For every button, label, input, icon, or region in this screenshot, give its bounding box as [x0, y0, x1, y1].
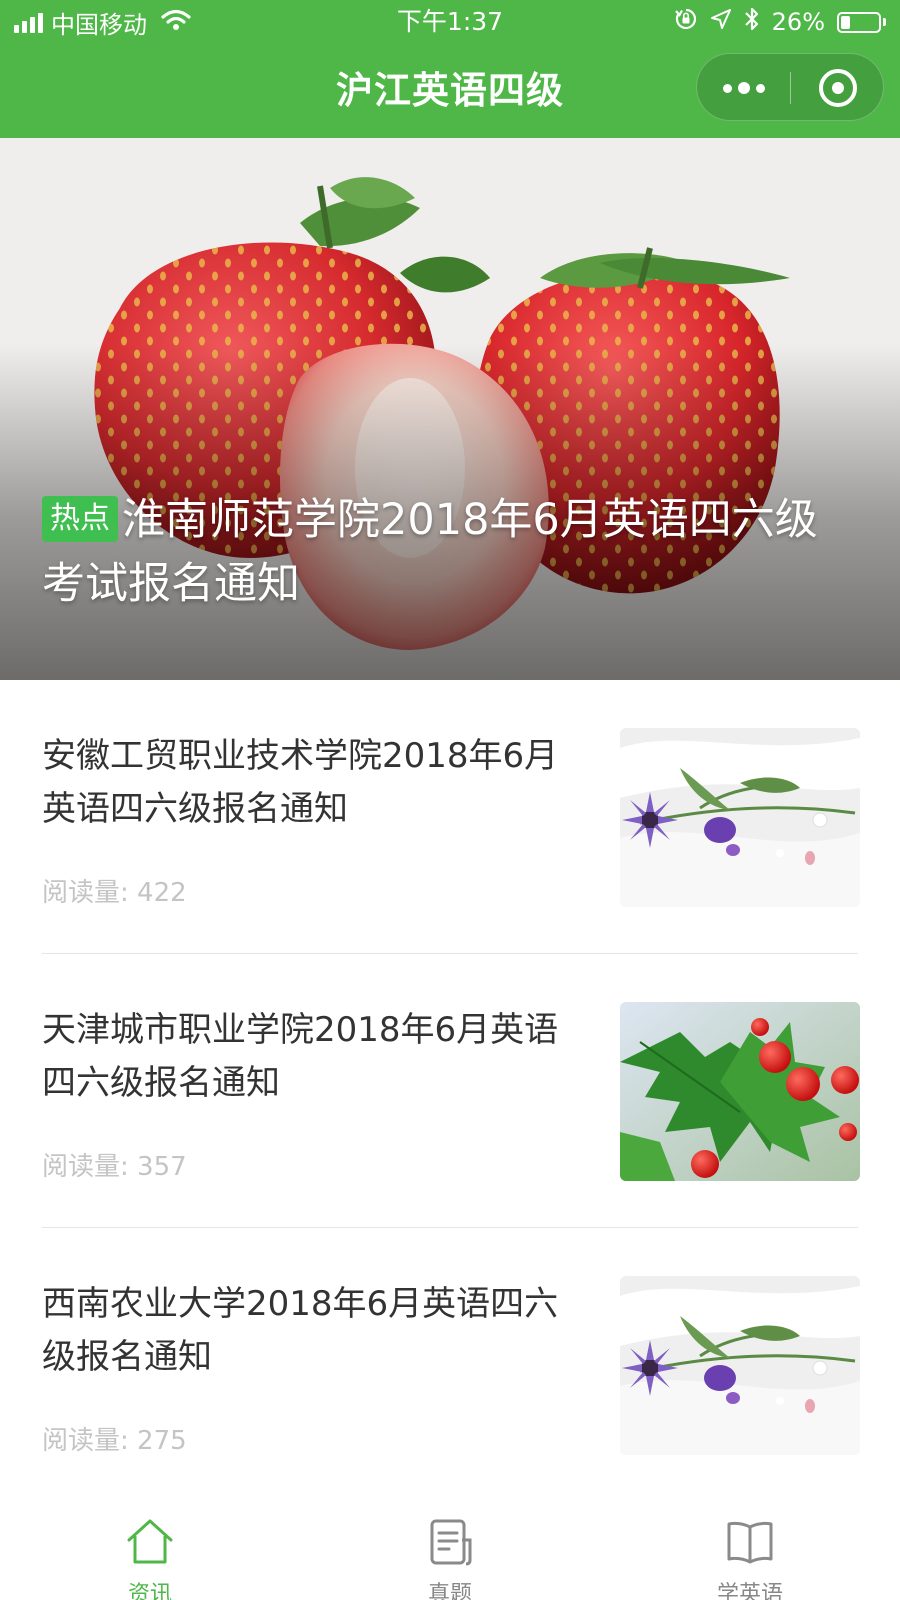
article-item[interactable]: 西南农业大学2018年6月英语四六级报名通知 阅读量: 275 [0, 1228, 900, 1502]
tab-exams[interactable]: 真题 [300, 1482, 600, 1600]
tab-label: 真题 [427, 1582, 472, 1600]
home-icon [127, 1519, 173, 1564]
article-read-count: 阅读量: 357 [42, 1152, 187, 1182]
status-bar: 中国移动 下午1:37 26% [0, 0, 900, 44]
article-title: 安徽工贸职业技术学院2018年6月英语四六级报名通知 [42, 736, 559, 829]
orientation-lock-icon [674, 7, 698, 37]
battery-percent: 26% [771, 8, 825, 36]
article-title: 西南农业大学2018年6月英语四六级报名通知 [42, 1284, 559, 1377]
tab-label: 资讯 [127, 1582, 172, 1600]
tab-learn-english[interactable]: 学英语 [600, 1482, 900, 1600]
banner-caption: 热点 淮南师范学院2018年6月英语四六级考试报名通知 [42, 488, 842, 616]
article-list: 安徽工贸职业技术学院2018年6月英语四六级报名通知 阅读量: 422 天津城市… [0, 680, 900, 1502]
wildflowers-photo [620, 1276, 860, 1455]
holly-berries-photo [620, 1002, 860, 1181]
article-read-count: 阅读量: 275 [42, 1426, 187, 1456]
location-icon [710, 8, 732, 36]
app-screen: 中国移动 下午1:37 26% 沪江英语四级 热点 淮南师范学院2018年6月英… [0, 0, 900, 1600]
wildflowers-photo [620, 728, 860, 907]
battery-icon [837, 11, 886, 33]
tab-label: 学英语 [716, 1582, 783, 1600]
article-item[interactable]: 安徽工贸职业技术学院2018年6月英语四六级报名通知 阅读量: 422 [0, 680, 900, 954]
banner-title: 淮南师范学院2018年6月英语四六级考试报名通知 [42, 495, 818, 609]
banner-hot-news[interactable]: 热点 淮南师范学院2018年6月英语四六级考试报名通知 [0, 138, 900, 680]
article-item[interactable]: 天津城市职业学院2018年6月英语四六级报名通知 阅读量: 357 [0, 954, 900, 1228]
tab-bar: 资讯 真题 学英语 [0, 1482, 900, 1600]
status-right: 26% [674, 6, 886, 38]
header: 中国移动 下午1:37 26% 沪江英语四级 [0, 0, 900, 138]
close-miniprogram-icon[interactable] [791, 54, 885, 122]
hot-tag: 热点 [42, 496, 118, 542]
exam-paper-icon [430, 1519, 472, 1566]
miniprogram-capsule [696, 53, 884, 121]
bluetooth-icon [744, 6, 760, 38]
article-read-count: 阅读量: 422 [42, 878, 187, 908]
more-dots-icon[interactable] [697, 54, 790, 122]
book-icon [727, 1521, 773, 1564]
article-title: 天津城市职业学院2018年6月英语四六级报名通知 [42, 1010, 559, 1103]
tab-news[interactable]: 资讯 [0, 1482, 300, 1600]
